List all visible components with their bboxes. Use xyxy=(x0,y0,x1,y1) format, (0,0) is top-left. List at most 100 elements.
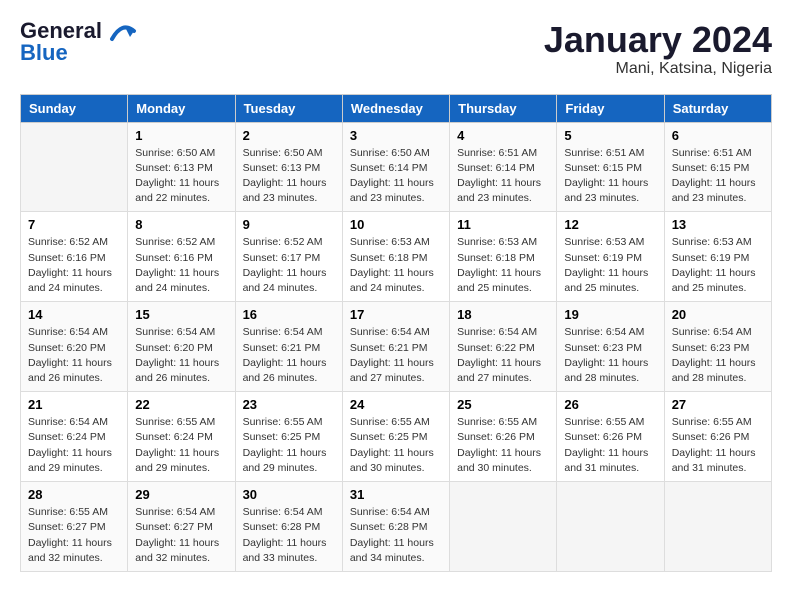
day-info: Sunrise: 6:55 AM Sunset: 6:26 PM Dayligh… xyxy=(672,415,764,476)
day-info: Sunrise: 6:54 AM Sunset: 6:20 PM Dayligh… xyxy=(135,325,227,386)
day-number: 26 xyxy=(564,397,656,412)
day-number: 27 xyxy=(672,397,764,412)
col-header-saturday: Saturday xyxy=(664,94,771,122)
day-info: Sunrise: 6:51 AM Sunset: 6:14 PM Dayligh… xyxy=(457,146,549,207)
day-number: 17 xyxy=(350,307,442,322)
day-number: 7 xyxy=(28,217,120,232)
day-info: Sunrise: 6:55 AM Sunset: 6:24 PM Dayligh… xyxy=(135,415,227,476)
day-number: 23 xyxy=(243,397,335,412)
day-number: 8 xyxy=(135,217,227,232)
calendar-cell xyxy=(450,482,557,572)
day-info: Sunrise: 6:55 AM Sunset: 6:25 PM Dayligh… xyxy=(350,415,442,476)
day-info: Sunrise: 6:50 AM Sunset: 6:13 PM Dayligh… xyxy=(135,146,227,207)
page-header: GeneralBlue January 2024 Mani, Katsina, … xyxy=(20,20,772,78)
day-number: 28 xyxy=(28,487,120,502)
day-info: Sunrise: 6:53 AM Sunset: 6:18 PM Dayligh… xyxy=(350,235,442,296)
day-number: 14 xyxy=(28,307,120,322)
day-info: Sunrise: 6:52 AM Sunset: 6:17 PM Dayligh… xyxy=(243,235,335,296)
calendar-cell: 14Sunrise: 6:54 AM Sunset: 6:20 PM Dayli… xyxy=(21,302,128,392)
day-info: Sunrise: 6:54 AM Sunset: 6:24 PM Dayligh… xyxy=(28,415,120,476)
calendar-cell: 1Sunrise: 6:50 AM Sunset: 6:13 PM Daylig… xyxy=(128,122,235,212)
calendar-cell: 15Sunrise: 6:54 AM Sunset: 6:20 PM Dayli… xyxy=(128,302,235,392)
calendar-cell: 18 Sunrise: 6:54 AM Sunset: 6:22 PM Dayli… xyxy=(450,302,557,392)
calendar-cell: 5 Sunrise: 6:51 AM Sunset: 6:15 PM Daylig… xyxy=(557,122,664,212)
logo-icon xyxy=(104,15,140,51)
day-number: 31 xyxy=(350,487,442,502)
calendar-cell: 23 Sunrise: 6:55 AM Sunset: 6:25 PM Dayli… xyxy=(235,392,342,482)
calendar-cell: 7 Sunrise: 6:52 AM Sunset: 6:16 PM Daylig… xyxy=(21,212,128,302)
calendar-cell xyxy=(21,122,128,212)
calendar-cell: 22 Sunrise: 6:55 AM Sunset: 6:24 PM Dayli… xyxy=(128,392,235,482)
calendar-title: January 2024 xyxy=(544,20,772,60)
calendar-cell: 20 Sunrise: 6:54 AM Sunset: 6:23 PM Dayli… xyxy=(664,302,771,392)
day-info: Sunrise: 6:54 AM Sunset: 6:23 PM Dayligh… xyxy=(672,325,764,386)
day-info: Sunrise: 6:53 AM Sunset: 6:19 PM Dayligh… xyxy=(564,235,656,296)
day-info: Sunrise: 6:55 AM Sunset: 6:26 PM Dayligh… xyxy=(457,415,549,476)
day-number: 12 xyxy=(564,217,656,232)
week-row-4: 21 Sunrise: 6:54 AM Sunset: 6:24 PM Dayli… xyxy=(21,392,772,482)
day-info: Sunrise: 6:54 AM Sunset: 6:23 PM Dayligh… xyxy=(564,325,656,386)
day-number: 11 xyxy=(457,217,549,232)
day-info: Sunrise: 6:52 AM Sunset: 6:16 PM Dayligh… xyxy=(135,235,227,296)
logo: GeneralBlue xyxy=(20,20,140,64)
logo-text: GeneralBlue xyxy=(20,20,102,64)
day-number: 5 xyxy=(564,128,656,143)
calendar-cell: 6Sunrise: 6:51 AM Sunset: 6:15 PM Daylig… xyxy=(664,122,771,212)
day-number: 19 xyxy=(564,307,656,322)
calendar-cell: 30 Sunrise: 6:54 AM Sunset: 6:28 PM Dayli… xyxy=(235,482,342,572)
calendar-cell: 21 Sunrise: 6:54 AM Sunset: 6:24 PM Dayli… xyxy=(21,392,128,482)
col-header-wednesday: Wednesday xyxy=(342,94,449,122)
day-info: Sunrise: 6:53 AM Sunset: 6:18 PM Dayligh… xyxy=(457,235,549,296)
day-number: 18 xyxy=(457,307,549,322)
week-row-3: 14 Sunrise: 6:54 AM Sunset: 6:20 PM Dayli… xyxy=(21,302,772,392)
day-info: Sunrise: 6:54 AM Sunset: 6:27 PM Dayligh… xyxy=(135,505,227,566)
day-info: Sunrise: 6:55 AM Sunset: 6:25 PM Dayligh… xyxy=(243,415,335,476)
day-number: 29 xyxy=(135,487,227,502)
day-number: 10 xyxy=(350,217,442,232)
calendar-cell: 13 Sunrise: 6:53 AM Sunset: 6:19 PM Dayli… xyxy=(664,212,771,302)
day-number: 24 xyxy=(350,397,442,412)
calendar-cell xyxy=(557,482,664,572)
calendar-cell: 28 Sunrise: 6:55 AM Sunset: 6:27 PM Dayli… xyxy=(21,482,128,572)
calendar-subtitle: Mani, Katsina, Nigeria xyxy=(544,60,772,78)
day-info: Sunrise: 6:55 AM Sunset: 6:27 PM Dayligh… xyxy=(28,505,120,566)
calendar-cell: 25 Sunrise: 6:55 AM Sunset: 6:26 PM Dayli… xyxy=(450,392,557,482)
day-number: 30 xyxy=(243,487,335,502)
calendar-cell: 9Sunrise: 6:52 AM Sunset: 6:17 PM Daylig… xyxy=(235,212,342,302)
calendar-cell: 2Sunrise: 6:50 AM Sunset: 6:13 PM Daylig… xyxy=(235,122,342,212)
calendar-cell: 27 Sunrise: 6:55 AM Sunset: 6:26 PM Dayli… xyxy=(664,392,771,482)
calendar-cell: 17 Sunrise: 6:54 AM Sunset: 6:21 PM Dayli… xyxy=(342,302,449,392)
day-number: 16 xyxy=(243,307,335,322)
day-number: 4 xyxy=(457,128,549,143)
calendar-cell: 31Sunrise: 6:54 AM Sunset: 6:28 PM Dayli… xyxy=(342,482,449,572)
day-number: 21 xyxy=(28,397,120,412)
day-number: 20 xyxy=(672,307,764,322)
col-header-friday: Friday xyxy=(557,94,664,122)
col-header-sunday: Sunday xyxy=(21,94,128,122)
calendar-cell: 4 Sunrise: 6:51 AM Sunset: 6:14 PM Daylig… xyxy=(450,122,557,212)
day-number: 2 xyxy=(243,128,335,143)
day-info: Sunrise: 6:50 AM Sunset: 6:14 PM Dayligh… xyxy=(350,146,442,207)
day-number: 22 xyxy=(135,397,227,412)
day-info: Sunrise: 6:54 AM Sunset: 6:22 PM Dayligh… xyxy=(457,325,549,386)
day-number: 13 xyxy=(672,217,764,232)
day-info: Sunrise: 6:52 AM Sunset: 6:16 PM Dayligh… xyxy=(28,235,120,296)
day-number: 25 xyxy=(457,397,549,412)
calendar-cell xyxy=(664,482,771,572)
day-info: Sunrise: 6:53 AM Sunset: 6:19 PM Dayligh… xyxy=(672,235,764,296)
calendar-cell: 10 Sunrise: 6:53 AM Sunset: 6:18 PM Dayli… xyxy=(342,212,449,302)
day-info: Sunrise: 6:51 AM Sunset: 6:15 PM Dayligh… xyxy=(672,146,764,207)
day-info: Sunrise: 6:55 AM Sunset: 6:26 PM Dayligh… xyxy=(564,415,656,476)
header-row: SundayMondayTuesdayWednesdayThursdayFrid… xyxy=(21,94,772,122)
week-row-5: 28 Sunrise: 6:55 AM Sunset: 6:27 PM Dayli… xyxy=(21,482,772,572)
calendar-cell: 24 Sunrise: 6:55 AM Sunset: 6:25 PM Dayli… xyxy=(342,392,449,482)
day-info: Sunrise: 6:51 AM Sunset: 6:15 PM Dayligh… xyxy=(564,146,656,207)
day-info: Sunrise: 6:54 AM Sunset: 6:21 PM Dayligh… xyxy=(350,325,442,386)
col-header-tuesday: Tuesday xyxy=(235,94,342,122)
col-header-monday: Monday xyxy=(128,94,235,122)
calendar-cell: 12 Sunrise: 6:53 AM Sunset: 6:19 PM Dayli… xyxy=(557,212,664,302)
calendar-cell: 8 Sunrise: 6:52 AM Sunset: 6:16 PM Daylig… xyxy=(128,212,235,302)
day-info: Sunrise: 6:54 AM Sunset: 6:28 PM Dayligh… xyxy=(243,505,335,566)
week-row-2: 7 Sunrise: 6:52 AM Sunset: 6:16 PM Daylig… xyxy=(21,212,772,302)
calendar-cell: 3Sunrise: 6:50 AM Sunset: 6:14 PM Daylig… xyxy=(342,122,449,212)
